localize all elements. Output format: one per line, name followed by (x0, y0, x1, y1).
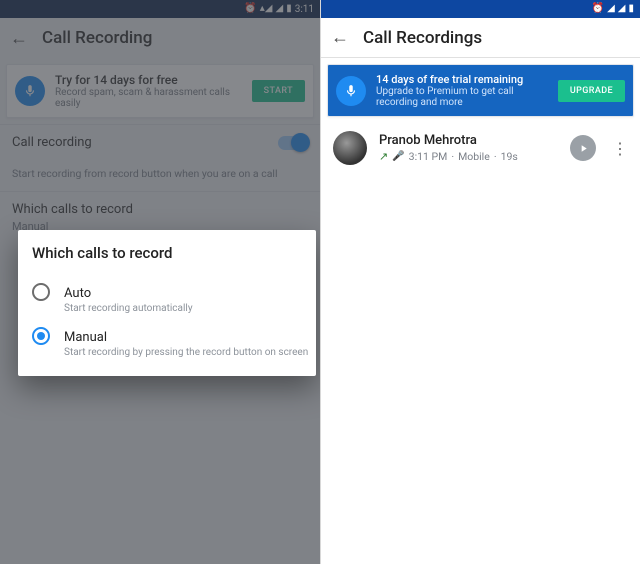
recording-time: 3:11 PM (409, 150, 448, 163)
option-sub: Start recording by pressing the record b… (64, 347, 308, 358)
signal-icon: ◢ (607, 4, 615, 14)
screen-call-recording-settings: ⏰ ▴◢ ◢ ▮ 3:11 ← Call Recording Try for 1… (0, 0, 320, 564)
recording-meta: ↗ 🎤 3:11 PM · Mobile · 19s (379, 150, 558, 163)
more-icon[interactable]: ⋮ (608, 139, 632, 158)
screen-call-recordings-list: ⏰ ◢ ◢ ▮ ← Call Recordings 14 days of fre… (320, 0, 640, 564)
promo-text: 14 days of free trial remaining Upgrade … (376, 73, 548, 108)
play-button[interactable] (570, 135, 596, 161)
option-label: Auto (64, 286, 91, 301)
option-sub: Start recording automatically (64, 303, 193, 314)
page-title: Call Recordings (363, 28, 482, 48)
outgoing-call-icon: ↗ (379, 150, 388, 163)
microphone-icon (336, 76, 366, 106)
radio-unchecked-icon[interactable] (32, 283, 50, 301)
recording-duration: 19s (501, 150, 518, 163)
back-icon[interactable]: ← (331, 27, 349, 48)
battery-icon: ▮ (628, 4, 634, 14)
option-auto[interactable]: Auto Start recording automatically (32, 276, 314, 320)
app-bar: ← Call Recordings (321, 18, 640, 58)
promo-subtitle: Upgrade to Premium to get call recording… (376, 86, 548, 108)
recording-item[interactable]: Pranob Mehrotra ↗ 🎤 3:11 PM · Mobile · 1… (321, 123, 640, 173)
option-manual[interactable]: Manual Start recording by pressing the r… (32, 320, 314, 364)
which-calls-dialog: Which calls to record Auto Start recordi… (18, 230, 316, 376)
dialog-title: Which calls to record (32, 244, 314, 262)
radio-checked-icon[interactable] (32, 327, 50, 345)
status-bar: ⏰ ◢ ◢ ▮ (321, 0, 640, 18)
avatar (333, 131, 367, 165)
upgrade-card: 14 days of free trial remaining Upgrade … (327, 64, 634, 117)
microphone-icon: 🎤 (392, 151, 404, 162)
signal-icon: ◢ (618, 4, 626, 14)
upgrade-button[interactable]: UPGRADE (558, 80, 625, 102)
option-label: Manual (64, 330, 107, 345)
recording-type: Mobile (458, 150, 490, 163)
contact-name: Pranob Mehrotra (379, 133, 558, 148)
alarm-icon: ⏰ (592, 4, 604, 14)
promo-title: 14 days of free trial remaining (376, 73, 548, 86)
